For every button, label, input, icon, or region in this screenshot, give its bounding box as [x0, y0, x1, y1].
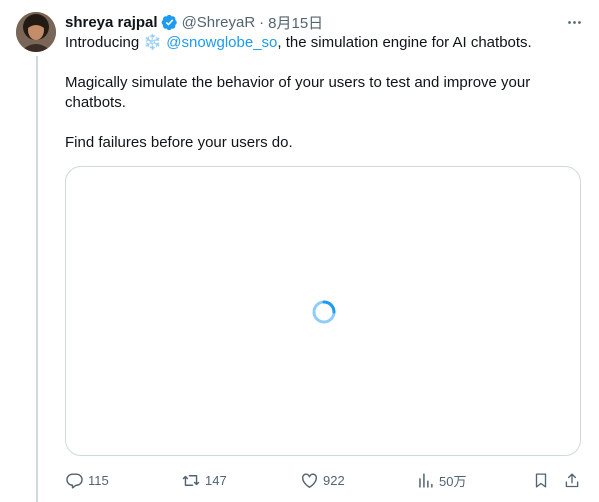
- tweet-text: Introducing ❄️ @snowglobe_so, the simula…: [65, 33, 565, 153]
- like-button[interactable]: 922: [300, 470, 345, 490]
- like-count: 922: [323, 472, 345, 488]
- tweet-paragraph-3: Find failures before your users do.: [65, 134, 293, 151]
- display-name[interactable]: shreya rajpal: [65, 14, 158, 31]
- bookmark-icon: [535, 472, 547, 488]
- share-button[interactable]: [563, 470, 581, 490]
- reply-icon: [66, 472, 83, 488]
- action-bar: 115 147 922 50万: [65, 470, 585, 490]
- avatar[interactable]: [16, 12, 56, 52]
- views-icon: [419, 472, 433, 488]
- loading-spinner-icon: [312, 300, 336, 324]
- bookmark-button[interactable]: [532, 470, 550, 490]
- views-count: 50万: [439, 473, 467, 489]
- tweet-date[interactable]: 8月15日: [268, 12, 323, 33]
- intro-prefix: Introducing: [65, 34, 144, 51]
- snowflake-emoji: ❄️: [143, 34, 163, 51]
- avatar-photo: [16, 12, 56, 52]
- mention-link[interactable]: @snowglobe_so: [166, 34, 277, 51]
- like-icon: [302, 472, 317, 488]
- views-button[interactable]: 50万: [416, 470, 466, 490]
- retweet-button[interactable]: 147: [181, 470, 227, 490]
- retweet-count: 147: [205, 472, 227, 488]
- intro-suffix: , the simulation engine for AI chatbots.: [277, 34, 532, 51]
- tweet-header: shreya rajpal @ShreyaR · 8月15日: [65, 12, 323, 32]
- handle[interactable]: @ShreyaR: [182, 14, 256, 31]
- reply-count: 115: [88, 472, 109, 488]
- reply-button[interactable]: 115: [65, 470, 109, 490]
- more-icon[interactable]: [564, 12, 584, 32]
- tweet-paragraph-2: Magically simulate the behavior of your …: [65, 74, 531, 111]
- media-container[interactable]: [65, 166, 581, 456]
- verified-badge-icon[interactable]: [161, 14, 178, 31]
- separator-dot: ·: [259, 13, 265, 31]
- retweet-icon: [182, 474, 200, 486]
- share-icon: [565, 472, 579, 487]
- tweet-paragraph-1: Introducing ❄️ @snowglobe_so, the simula…: [65, 33, 565, 53]
- thread-line: [36, 56, 38, 502]
